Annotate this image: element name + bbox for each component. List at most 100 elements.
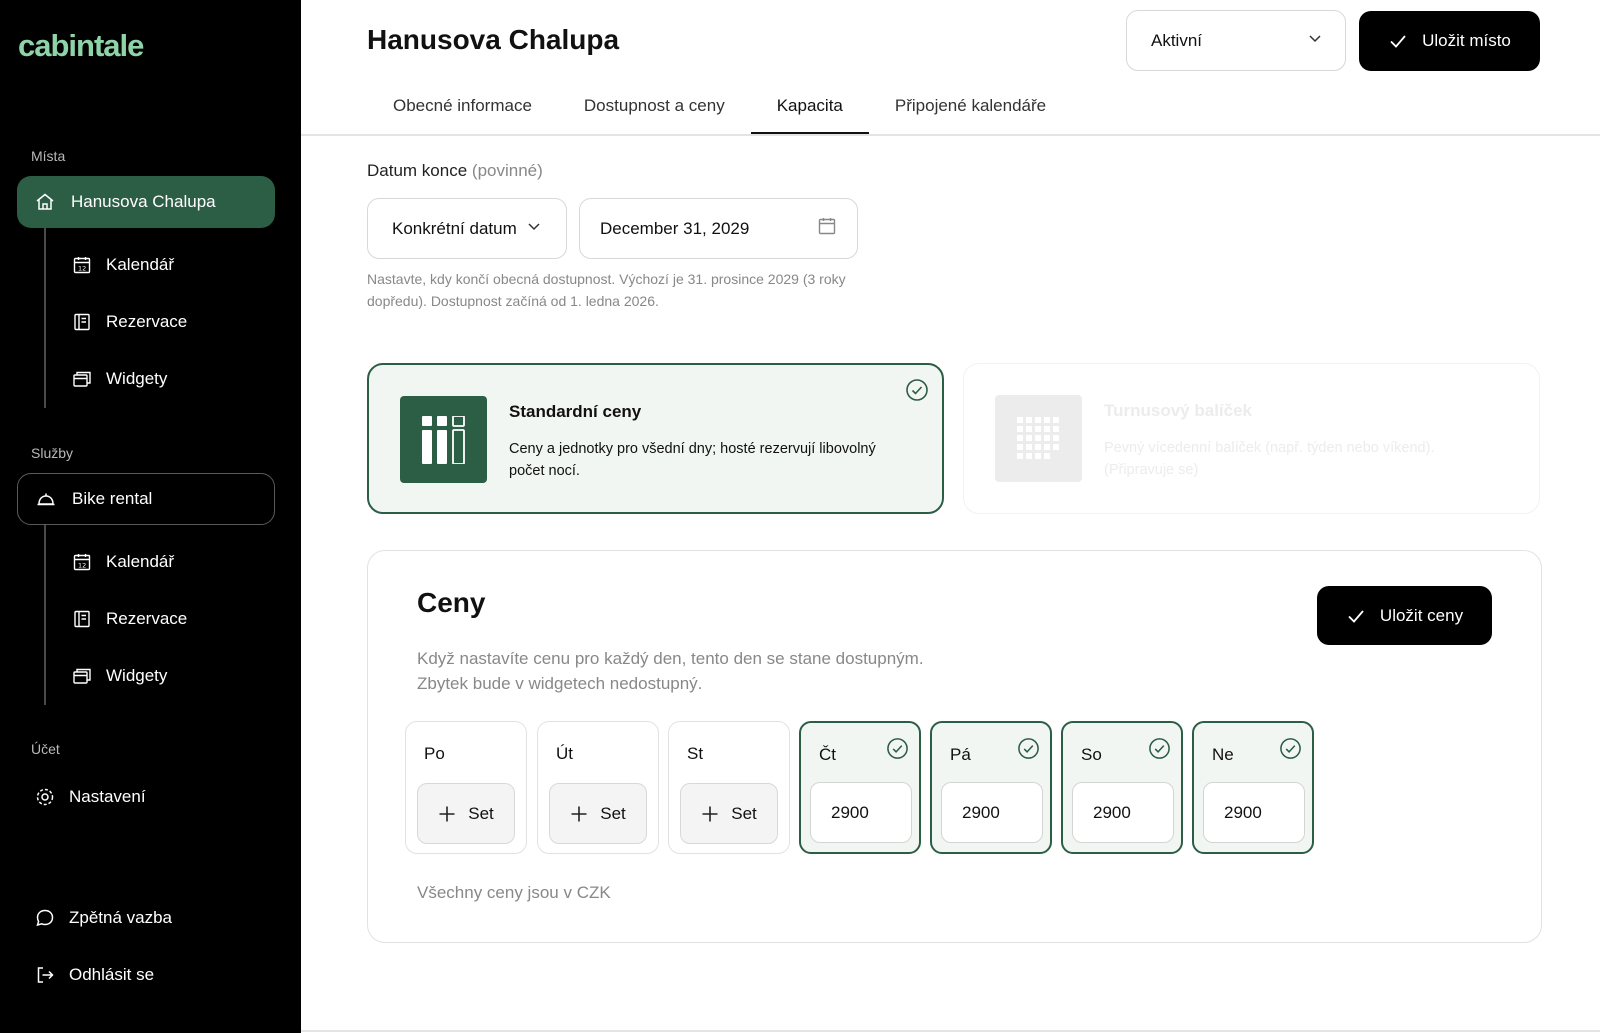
- widget-icon: [72, 666, 92, 686]
- calendar-icon[interactable]: [817, 216, 837, 241]
- gear-icon: [35, 787, 55, 807]
- sidebar-subitem-calendar[interactable]: 12 Kalendář: [72, 250, 174, 280]
- price-input[interactable]: 2900: [1072, 782, 1174, 843]
- end-date-type-select[interactable]: Konkrétní datum: [367, 198, 567, 259]
- tabs: Obecné informace Dostupnost a ceny Kapac…: [367, 84, 1072, 134]
- divider: [44, 228, 46, 408]
- tab-availability[interactable]: Dostupnost a ceny: [558, 84, 751, 134]
- day-name: Po: [424, 744, 445, 763]
- sidebar-subitem-label: Kalendář: [106, 552, 175, 571]
- price-input[interactable]: 2900: [941, 782, 1043, 843]
- sidebar-item-feedback[interactable]: Zpětná vazba: [35, 903, 172, 933]
- reservations-icon: [72, 609, 92, 629]
- save-prices-label: Uložit ceny: [1379, 605, 1464, 625]
- end-date-field[interactable]: December 31, 2029: [579, 198, 858, 259]
- check-circle-icon: [1017, 737, 1040, 765]
- set-price-button[interactable]: Set: [417, 783, 515, 844]
- divider: [301, 134, 1600, 136]
- calendar-icon: 12: [72, 255, 92, 275]
- places-section-label: Místa: [31, 148, 66, 164]
- required-note: (povinné): [471, 161, 543, 180]
- end-date-value: December 31, 2029: [600, 218, 750, 238]
- set-price-label: Set: [600, 803, 626, 823]
- check-circle-icon: [905, 378, 929, 407]
- logo[interactable]: cabintale: [18, 28, 144, 64]
- save-place-button[interactable]: Uložit místo: [1359, 11, 1540, 71]
- day-name: Čt: [819, 745, 836, 764]
- chat-bubble-icon: [35, 908, 55, 928]
- set-price-label: Set: [468, 803, 494, 823]
- svg-text:12: 12: [78, 562, 86, 570]
- sidebar-item-logout[interactable]: Odhlásit se: [35, 960, 154, 990]
- logout-icon: [35, 965, 55, 985]
- sidebar-item-place[interactable]: Hanusova Chalupa: [17, 176, 275, 228]
- price-input[interactable]: 2900: [1203, 782, 1305, 843]
- calendar-icon: 12: [72, 552, 92, 572]
- set-price-button[interactable]: Set: [549, 783, 647, 844]
- day-card-fri: Pá 2900: [930, 721, 1052, 854]
- sidebar-subitem-widgets[interactable]: Widgety: [72, 364, 167, 394]
- svg-text:12: 12: [78, 265, 86, 273]
- sidebar-subitem-label: Widgety: [106, 666, 168, 685]
- status-select[interactable]: Aktivní: [1126, 10, 1346, 71]
- day-name: St: [687, 744, 704, 763]
- chevron-down-icon: [526, 218, 542, 239]
- plus-icon: [702, 806, 718, 821]
- save-place-label: Uložit místo: [1422, 31, 1511, 50]
- sidebar-subitem-label: Rezervace: [106, 609, 188, 628]
- tab-capacity[interactable]: Kapacita: [750, 84, 869, 134]
- sidebar-item-service[interactable]: Bike rental: [17, 473, 275, 525]
- day-name: So: [1081, 745, 1102, 764]
- sidebar-item-label: Nastavení: [69, 787, 146, 806]
- divider: [44, 525, 46, 705]
- set-price-label: Set: [731, 803, 757, 823]
- sidebar-item-label: Odhlásit se: [69, 965, 155, 984]
- sidebar-item-label: Hanusova Chalupa: [71, 192, 216, 211]
- currency-note: Všechny ceny jsou v CZK: [417, 883, 611, 902]
- end-date-type-value: Konkrétní datum: [392, 218, 517, 238]
- prices-subtitle: Když nastavíte cenu pro každý den, tento…: [417, 649, 924, 693]
- sidebar-item-label: Zpětná vazba: [69, 908, 173, 927]
- chevron-down-icon: [1307, 30, 1323, 51]
- sidebar-subitem-label: Widgety: [106, 369, 168, 388]
- divider: [301, 1030, 1600, 1032]
- sidebar-subitem-calendar[interactable]: 12 Kalendář: [72, 547, 174, 577]
- check-circle-icon: [886, 737, 909, 765]
- pricing-type-package-card: Turnusový balíček Pevný vícedenní balíče…: [963, 363, 1540, 514]
- price-input[interactable]: 2900: [810, 782, 912, 843]
- tab-general[interactable]: Obecné informace: [367, 84, 558, 134]
- pricing-type-description: Pevný vícedenní balíček (např. týden neb…: [1104, 440, 1435, 478]
- end-date-hint: Nastavte, kdy končí obecná dostupnost. V…: [367, 271, 846, 309]
- sidebar-subitem-label: Rezervace: [106, 312, 188, 331]
- day-card-tue: Út Set: [537, 721, 659, 854]
- sidebar-subitem-widgets[interactable]: Widgety: [72, 661, 167, 691]
- day-name: Pá: [950, 745, 971, 764]
- set-price-button[interactable]: Set: [680, 783, 778, 844]
- day-card-sun: Ne 2900: [1192, 721, 1314, 854]
- sidebar: cabintale Místa Hanusova Chalupa 12 Kale…: [0, 0, 301, 1033]
- account-section-label: Účet: [31, 741, 60, 757]
- plus-icon: [439, 806, 455, 821]
- tab-connected-calendars[interactable]: Připojené kalendáře: [869, 84, 1072, 134]
- sidebar-subitem-reservations[interactable]: Rezervace: [72, 307, 187, 337]
- pricing-type-standard-card[interactable]: Standardní ceny Ceny a jednotky pro všed…: [367, 363, 944, 514]
- standard-prices-icon: [400, 396, 487, 483]
- save-prices-button[interactable]: Uložit ceny: [1317, 586, 1492, 645]
- sidebar-item-label: Bike rental: [72, 489, 153, 508]
- package-grid-icon: [995, 395, 1082, 482]
- sidebar-subitem-reservations[interactable]: Rezervace: [72, 604, 187, 634]
- prices-title: Ceny: [417, 587, 486, 618]
- page-title: Hanusova Chalupa: [367, 24, 620, 55]
- reservations-icon: [72, 312, 92, 332]
- day-name: Út: [556, 744, 573, 763]
- sidebar-item-settings[interactable]: Nastavení: [35, 782, 146, 812]
- sidebar-subitem-label: Kalendář: [106, 255, 175, 274]
- service-bell-icon: [36, 489, 56, 509]
- services-section-label: Služby: [31, 445, 74, 461]
- status-select-value: Aktivní: [1151, 30, 1203, 50]
- pricing-type-description: Ceny a jednotky pro všední dny; hosté re…: [509, 441, 876, 479]
- pricing-type-title: Standardní ceny: [509, 402, 642, 421]
- day-card-sat: So 2900: [1061, 721, 1183, 854]
- home-icon: [35, 192, 55, 212]
- day-name: Ne: [1212, 745, 1234, 764]
